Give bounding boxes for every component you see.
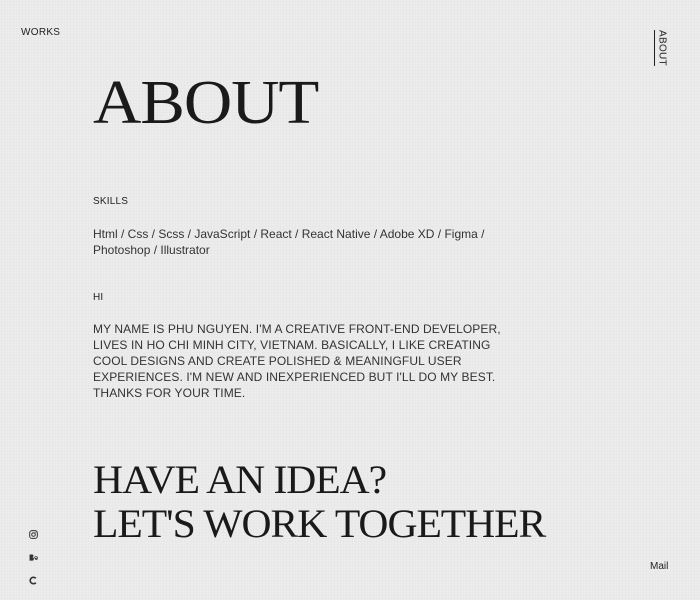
intro-label: HI xyxy=(93,292,104,303)
codepen-icon[interactable] xyxy=(27,574,39,586)
page-title: ABOUT xyxy=(93,69,319,137)
skills-label: SKILLS xyxy=(93,196,129,207)
instagram-icon[interactable] xyxy=(27,528,39,540)
cta-line-2: LET'S WORK TOGETHER xyxy=(93,501,546,546)
cta-line-1: HAVE AN IDEA? xyxy=(93,457,387,502)
behance-icon[interactable] xyxy=(27,551,39,563)
nav-about-link[interactable]: ABOUT xyxy=(654,30,669,66)
bio-text: MY NAME IS PHU NGUYEN. I'M A CREATIVE FR… xyxy=(93,322,501,400)
skills-list: Html / Css / Scss / JavaScript / React /… xyxy=(93,227,485,257)
contact-cta: HAVE AN IDEA? LET'S WORK TOGETHER xyxy=(93,457,546,546)
mail-link[interactable]: Mail xyxy=(650,561,668,572)
nav-works-link[interactable]: WORKS xyxy=(21,27,60,38)
nav-about-label: ABOUT xyxy=(656,30,668,66)
